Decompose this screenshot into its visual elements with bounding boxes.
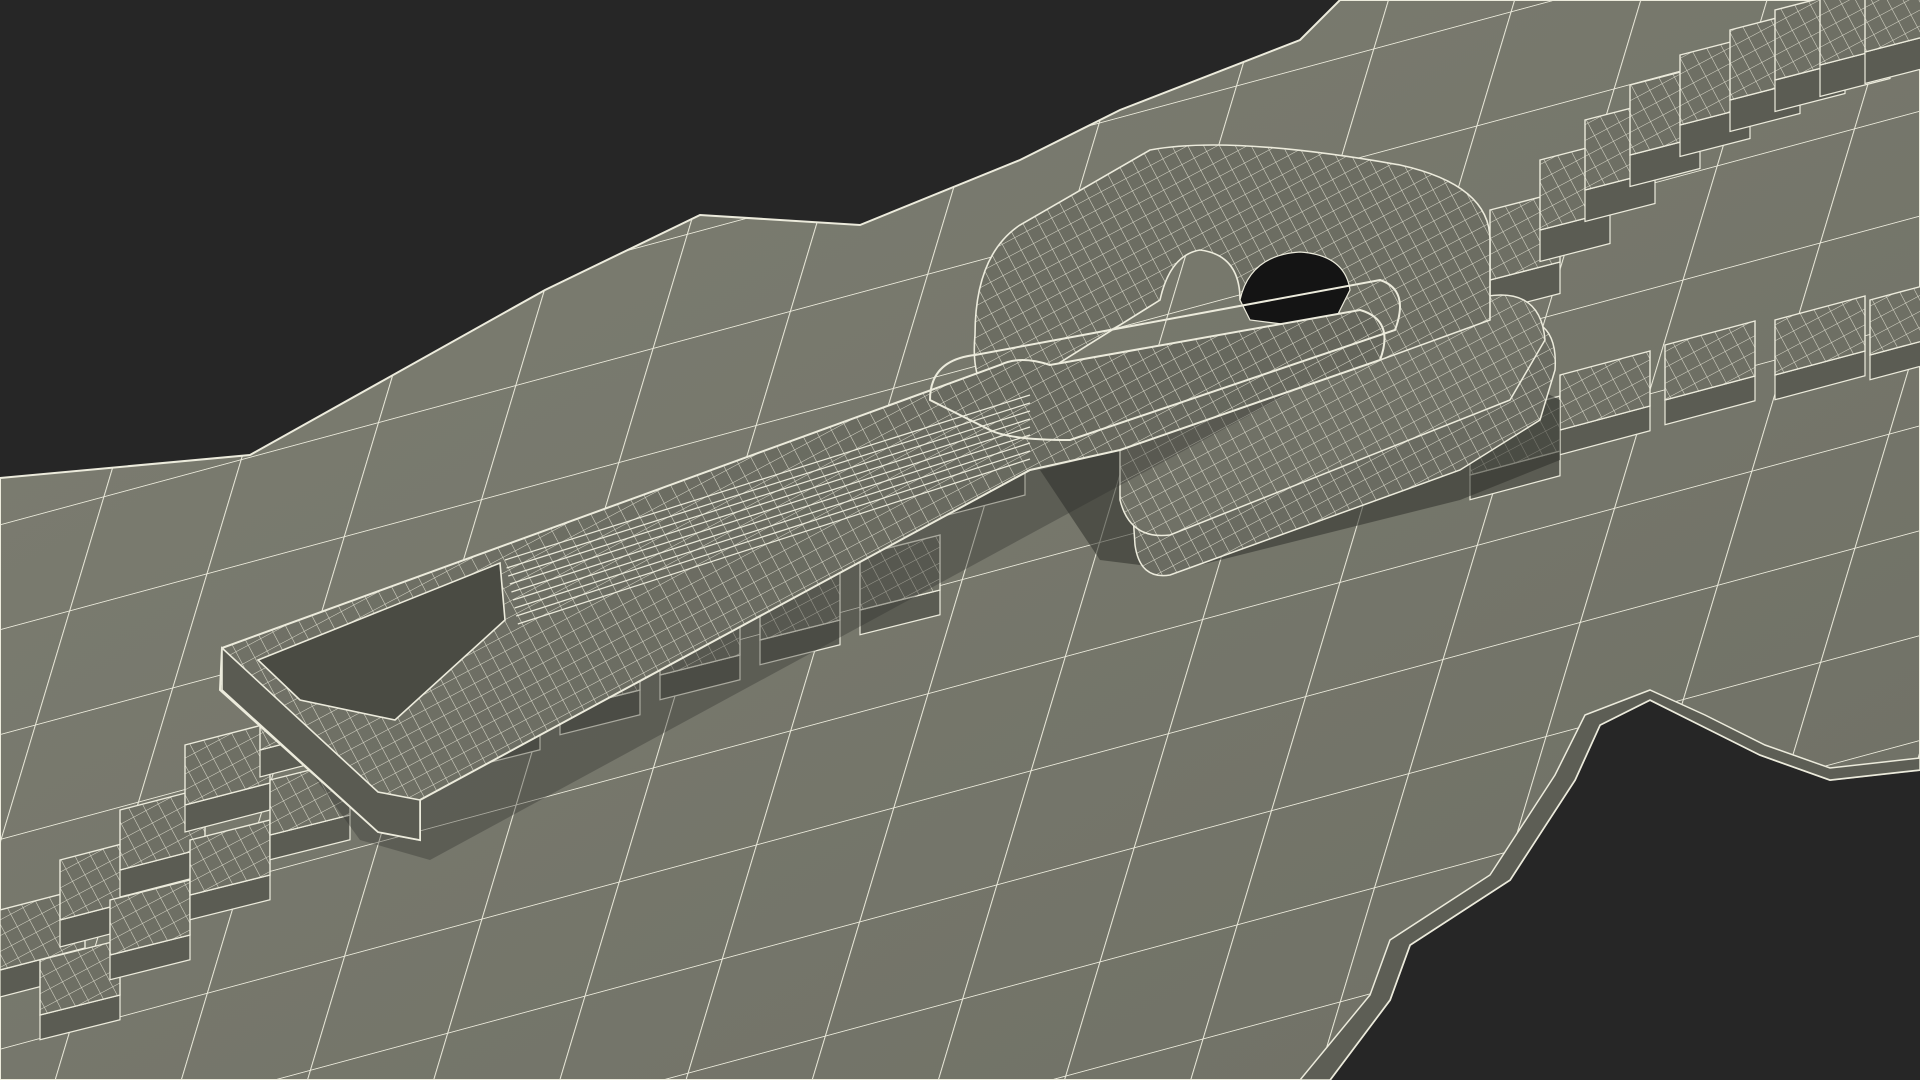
render-viewport: [0, 0, 1920, 1080]
zipper-3d-render: [0, 0, 1920, 1080]
zipper-tooth: [1864, 0, 1920, 85]
